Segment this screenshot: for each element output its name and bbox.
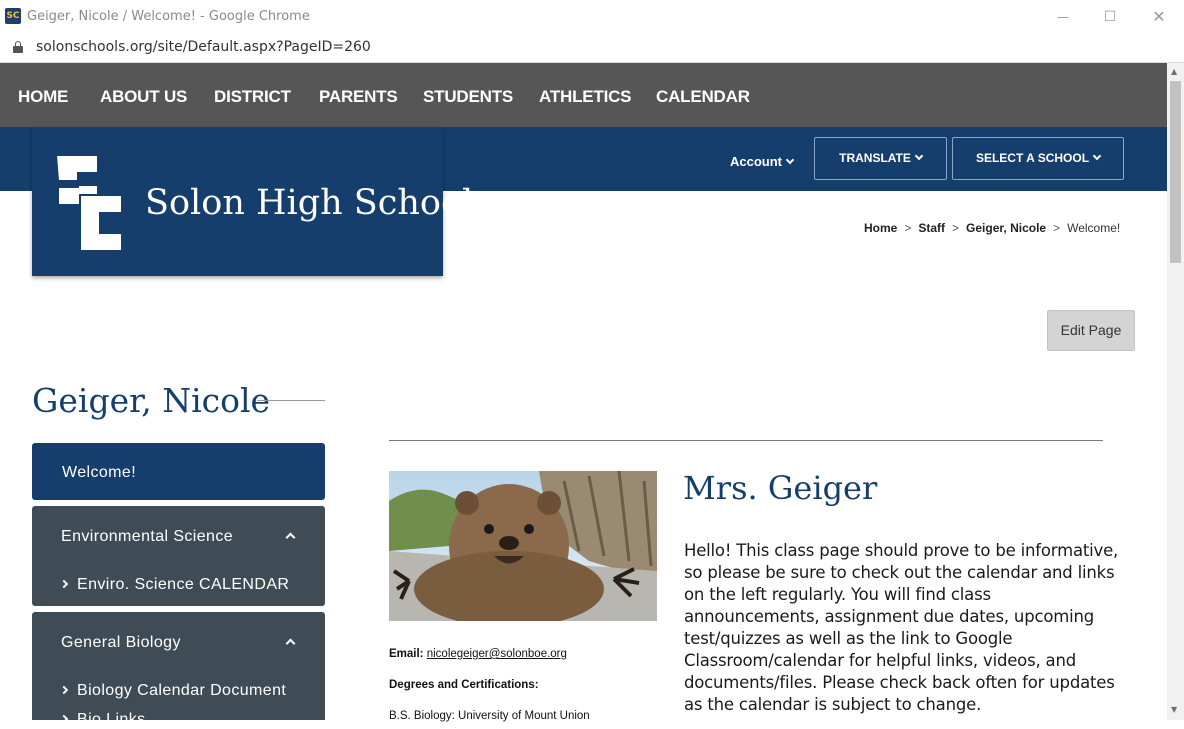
sidebar-item-welcome[interactable]: Welcome!: [32, 443, 325, 500]
chevron-down-icon: [785, 155, 795, 165]
breadcrumb-teacher[interactable]: Geiger, Nicole: [966, 221, 1046, 235]
breadcrumb-separator: >: [952, 221, 960, 235]
breadcrumb-home[interactable]: Home: [864, 221, 897, 235]
window-title: Geiger, Nicole / Welcome! - Google Chrom…: [27, 9, 310, 24]
sidebar-group-title[interactable]: General Biology: [61, 634, 181, 652]
sidebar-group-title[interactable]: Environmental Science: [61, 528, 233, 546]
sidebar-group-general-biology: General Biology Biology Calendar Documen…: [32, 612, 325, 728]
degrees-label: Degrees and Certifications:: [389, 679, 539, 691]
chevron-right-icon: [59, 685, 69, 695]
account-label: Account: [730, 154, 782, 169]
breadcrumb-separator: >: [1053, 221, 1061, 235]
account-menu[interactable]: Account: [730, 154, 795, 169]
nav-home[interactable]: HOME: [18, 87, 68, 107]
url-text[interactable]: solonschools.org/site/Default.aspx?PageI…: [36, 39, 371, 55]
teacher-photo: [389, 471, 657, 621]
school-logo-icon: SC: [54, 154, 123, 252]
school-logo-link[interactable]: SC Solon High School: [32, 127, 473, 276]
sidebar-item-label: Welcome!: [62, 464, 137, 481]
nav-parents[interactable]: PARENTS: [319, 87, 398, 107]
degree-item: B.S. Biology: University of Mount Union: [389, 710, 590, 722]
intro-paragraph: Hello! This class page should prove to b…: [684, 541, 1119, 714]
email-link[interactable]: nicolegeiger@solonboe.org: [427, 648, 567, 660]
nav-athletics[interactable]: ATHLETICS: [539, 87, 632, 107]
sidebar-link-biology-calendar[interactable]: Biology Calendar Document: [59, 682, 286, 700]
edit-page-button[interactable]: Edit Page: [1047, 310, 1135, 351]
chevron-right-icon: [59, 579, 69, 589]
site-favicon-icon: SC: [5, 8, 21, 24]
email-line: Email: nicolegeiger@solonboe.org: [389, 648, 567, 660]
main-navigation: HOME ABOUT US DISTRICT PARENTS STUDENTS …: [0, 63, 1167, 127]
close-window-button[interactable]: ✕: [1146, 4, 1172, 30]
translate-label: TRANSLATE: [839, 151, 911, 165]
content-divider: [389, 440, 1103, 441]
scroll-up-arrow-icon[interactable]: ▲: [1171, 67, 1177, 76]
translate-button[interactable]: TRANSLATE: [814, 137, 947, 180]
breadcrumb-separator: >: [904, 221, 912, 235]
school-name: Solon High School: [145, 183, 474, 223]
scroll-down-arrow-icon[interactable]: ▼: [1171, 705, 1177, 714]
page-title: Geiger, Nicole: [32, 381, 271, 420]
breadcrumb-staff[interactable]: Staff: [918, 221, 945, 235]
maximize-button[interactable]: ☐: [1097, 4, 1123, 30]
heading-divider: [257, 400, 325, 401]
email-label: Email:: [389, 648, 424, 660]
page-scrollbar[interactable]: ▲ ▼: [1167, 63, 1184, 720]
nav-students[interactable]: STUDENTS: [423, 87, 513, 107]
chevron-up-icon[interactable]: [285, 638, 296, 649]
sidebar-link-enviro-calendar[interactable]: Enviro. Science CALENDAR: [59, 576, 289, 594]
chevron-up-icon[interactable]: [285, 532, 296, 543]
sidebar-group-environmental-science: Environmental Science Enviro. Science CA…: [32, 506, 325, 606]
lock-icon[interactable]: [13, 41, 23, 53]
scrollbar-thumb[interactable]: [1170, 81, 1181, 263]
select-school-label: SELECT A SCHOOL: [975, 151, 1090, 165]
chevron-right-icon: [59, 714, 69, 724]
nav-about-us[interactable]: ABOUT US: [100, 87, 187, 107]
nav-district[interactable]: DISTRICT: [214, 87, 291, 107]
chevron-down-icon: [1092, 151, 1102, 161]
minimize-button[interactable]: —: [1050, 4, 1076, 30]
teacher-name-heading: Mrs. Geiger: [683, 469, 878, 507]
address-bar[interactable]: solonschools.org/site/Default.aspx?PageI…: [0, 33, 1184, 63]
breadcrumb-current: Welcome!: [1067, 221, 1121, 235]
select-school-button[interactable]: SELECT A SCHOOL: [952, 137, 1124, 180]
chevron-down-icon: [914, 151, 924, 161]
browser-title-bar: SC Geiger, Nicole / Welcome! - Google Ch…: [0, 0, 1184, 33]
sidebar-link-bio-links[interactable]: Bio Links: [59, 711, 146, 729]
nav-calendar[interactable]: CALENDAR: [656, 87, 750, 107]
breadcrumb: Home > Staff > Geiger, Nicole > Welcome!: [864, 221, 1120, 235]
